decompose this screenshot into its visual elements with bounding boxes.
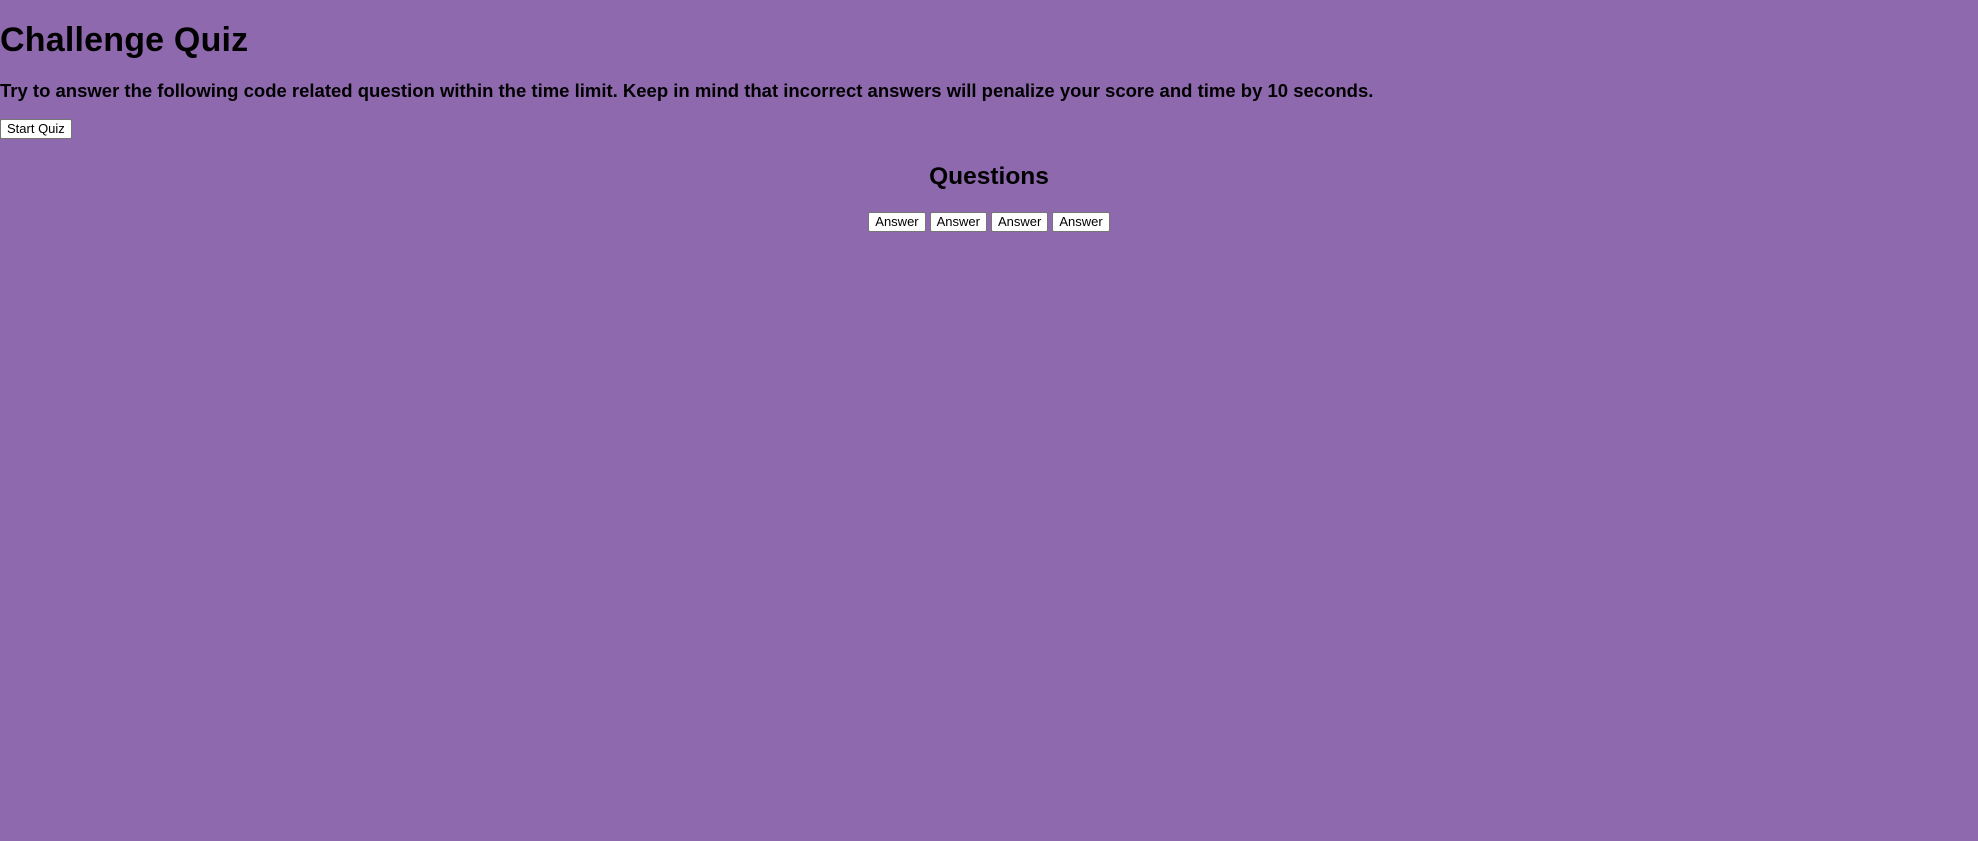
questions-heading: Questions [929, 163, 1049, 190]
answer-button-1[interactable]: Answer [868, 212, 926, 232]
answer-button-4[interactable]: Answer [1052, 212, 1110, 232]
questions-section: Questions Answer Answer Answer Answer [0, 162, 1978, 232]
page-title: Challenge Quiz [0, 21, 249, 59]
start-quiz-button[interactable]: Start Quiz [0, 119, 72, 139]
answer-button-2[interactable]: Answer [929, 212, 987, 232]
answer-buttons: Answer Answer Answer Answer [0, 212, 1978, 232]
answer-button-3[interactable]: Answer [991, 212, 1049, 232]
quiz-instructions: Try to answer the following code related… [0, 80, 1374, 101]
